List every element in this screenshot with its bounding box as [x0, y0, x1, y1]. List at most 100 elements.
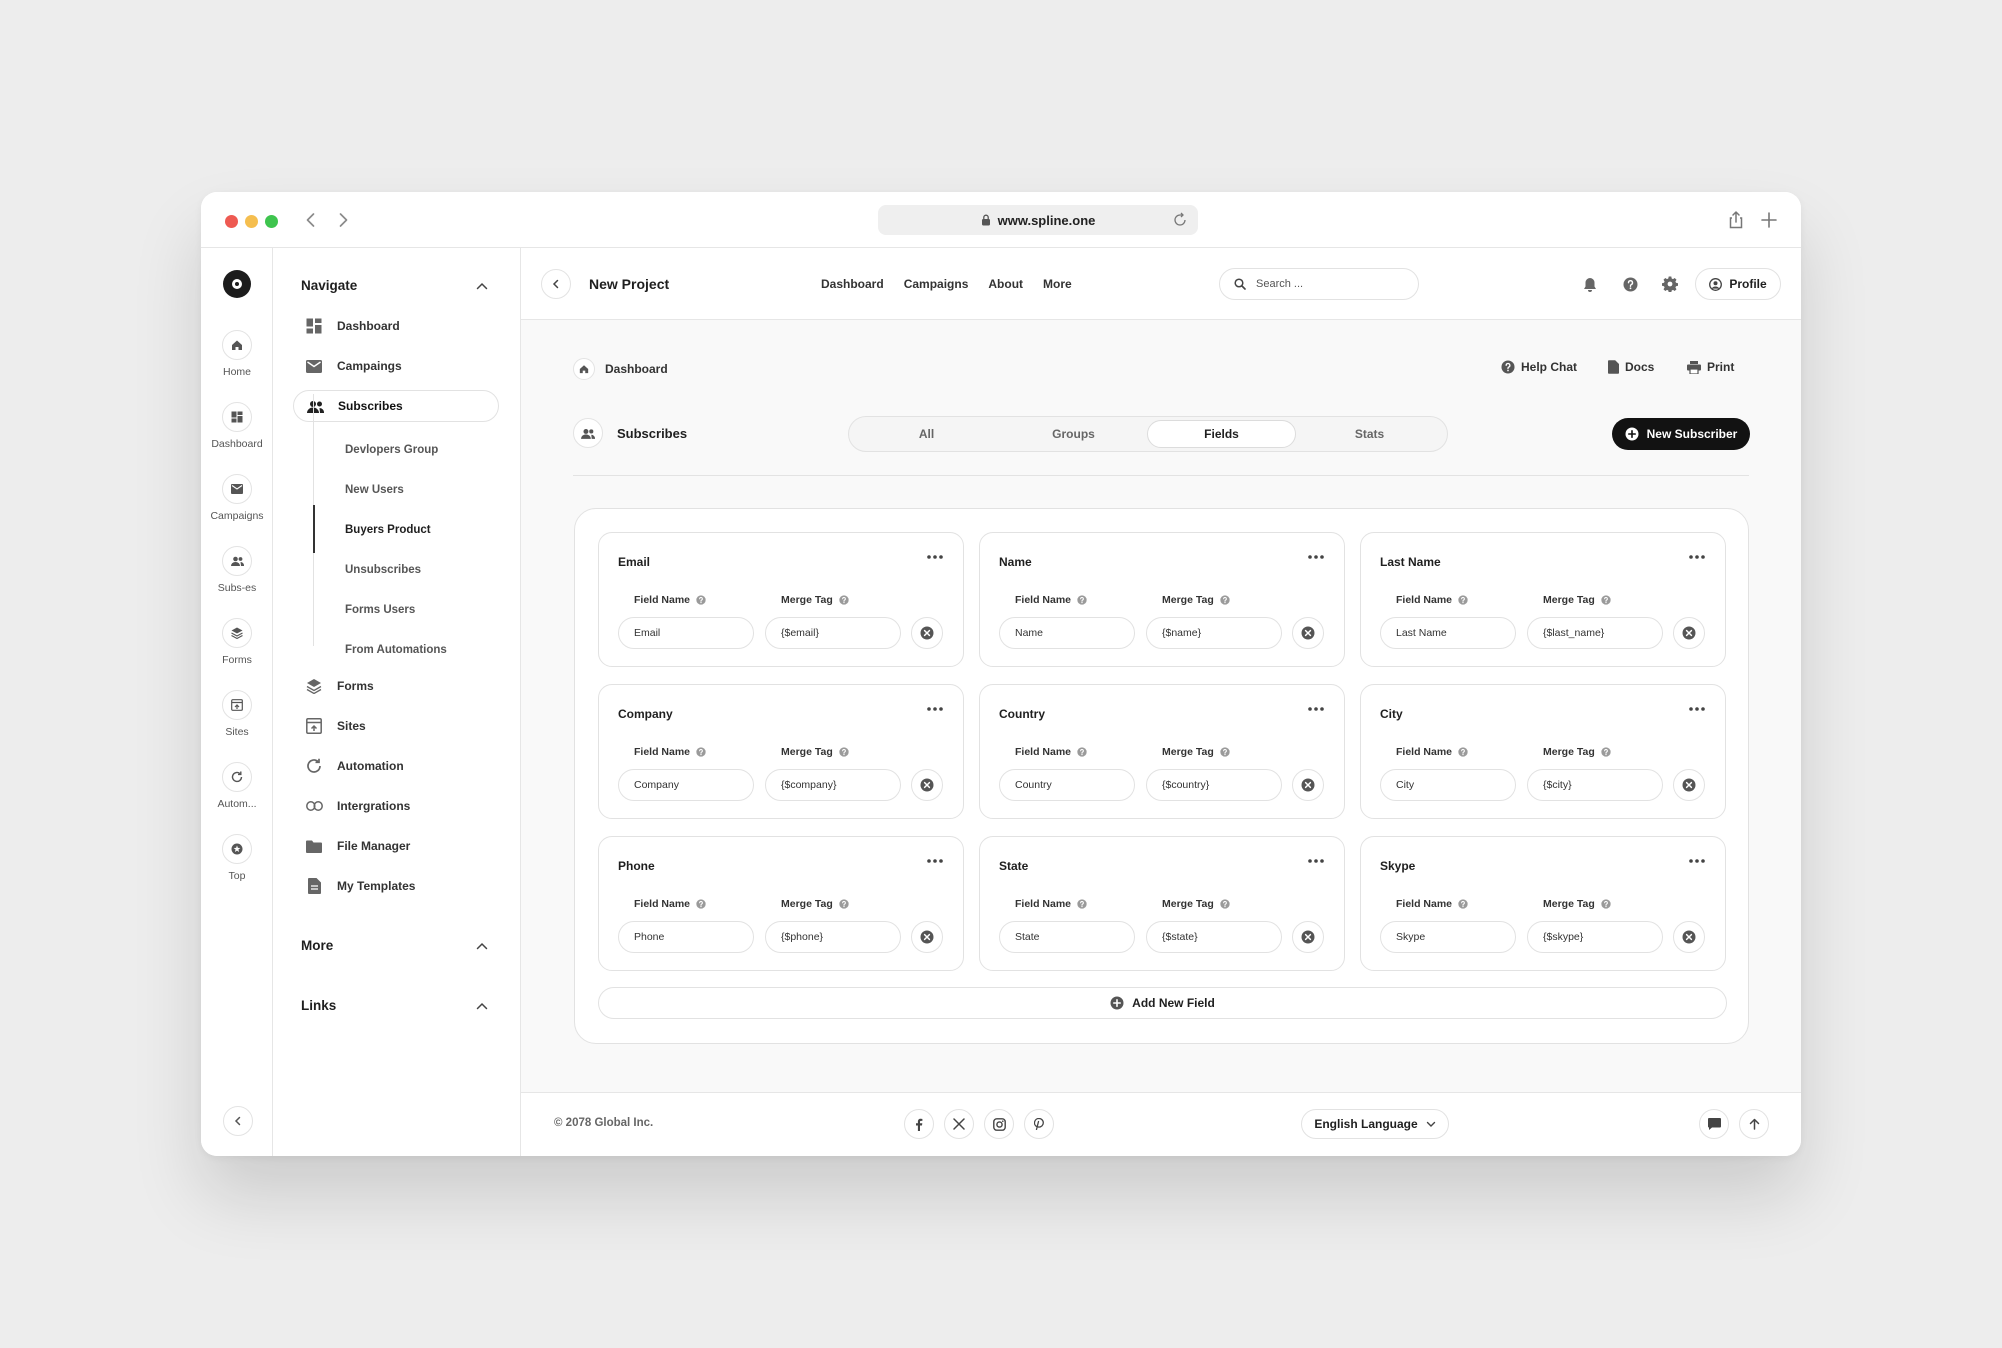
- tab-groups[interactable]: Groups: [1000, 420, 1147, 448]
- more-section-toggle[interactable]: More: [301, 938, 488, 953]
- rail-item-sites[interactable]: Sites: [201, 690, 273, 738]
- help-icon[interactable]: [839, 899, 849, 909]
- more-horizontal-icon[interactable]: [1308, 555, 1324, 559]
- merge-tag-input[interactable]: {$company}: [765, 769, 901, 801]
- search-input[interactable]: Search ...: [1219, 268, 1419, 300]
- remove-field-button[interactable]: [911, 617, 943, 649]
- docs-link[interactable]: Docs: [1608, 360, 1654, 374]
- submenu-item-developers-group[interactable]: Devlopers Group: [345, 444, 438, 456]
- field-name-input[interactable]: Name: [999, 617, 1135, 649]
- topnav-more[interactable]: More: [1043, 277, 1072, 291]
- help-icon[interactable]: [1077, 747, 1087, 757]
- breadcrumb-current[interactable]: Dashboard: [605, 362, 668, 376]
- close-window-button[interactable]: [225, 215, 238, 228]
- help-icon[interactable]: [696, 899, 706, 909]
- rail-item-automation[interactable]: Autom...: [201, 762, 273, 810]
- sidebar-item-dashboard[interactable]: Dashboard: [293, 310, 499, 342]
- help-icon[interactable]: [1601, 747, 1611, 757]
- sidebar-item-forms[interactable]: Forms: [293, 670, 499, 702]
- remove-field-button[interactable]: [1292, 617, 1324, 649]
- merge-tag-input[interactable]: {$last_name}: [1527, 617, 1663, 649]
- print-link[interactable]: Print: [1687, 360, 1734, 374]
- field-name-input[interactable]: Skype: [1380, 921, 1516, 953]
- help-icon[interactable]: [839, 595, 849, 605]
- more-horizontal-icon[interactable]: [927, 859, 943, 863]
- tab-all[interactable]: All: [853, 420, 1000, 448]
- topnav-campaigns[interactable]: Campaigns: [904, 277, 969, 291]
- help-icon[interactable]: [1458, 747, 1468, 757]
- more-horizontal-icon[interactable]: [1689, 707, 1705, 711]
- more-horizontal-icon[interactable]: [927, 707, 943, 711]
- instagram-icon[interactable]: [984, 1109, 1014, 1139]
- help-icon[interactable]: [1458, 595, 1468, 605]
- sidebar-item-my-templates[interactable]: My Templates: [293, 870, 499, 902]
- back-button[interactable]: [541, 269, 571, 299]
- bell-icon[interactable]: [1581, 275, 1599, 293]
- sidebar-item-subscribes[interactable]: Subscribes: [293, 390, 499, 422]
- rail-item-top[interactable]: Top: [201, 834, 273, 882]
- help-icon[interactable]: [1621, 275, 1639, 293]
- rail-item-forms[interactable]: Forms: [201, 618, 273, 666]
- field-name-input[interactable]: Country: [999, 769, 1135, 801]
- field-name-input[interactable]: State: [999, 921, 1135, 953]
- profile-button[interactable]: Profile: [1695, 268, 1781, 300]
- app-logo[interactable]: [223, 270, 251, 298]
- rail-item-subscribers[interactable]: Subs-es: [201, 546, 273, 594]
- remove-field-button[interactable]: [1292, 769, 1324, 801]
- field-name-input[interactable]: Phone: [618, 921, 754, 953]
- merge-tag-input[interactable]: {$country}: [1146, 769, 1282, 801]
- merge-tag-input[interactable]: {$email}: [765, 617, 901, 649]
- sidebar-item-file-manager[interactable]: File Manager: [293, 830, 499, 862]
- more-horizontal-icon[interactable]: [927, 555, 943, 559]
- merge-tag-input[interactable]: {$city}: [1527, 769, 1663, 801]
- help-icon[interactable]: [839, 747, 849, 757]
- address-bar[interactable]: www.spline.one: [878, 205, 1198, 235]
- home-icon[interactable]: [573, 358, 595, 380]
- rail-item-campaigns[interactable]: Campaigns: [201, 474, 273, 522]
- submenu-item-buyers-product[interactable]: Buyers Product: [345, 524, 431, 536]
- submenu-item-new-users[interactable]: New Users: [345, 484, 404, 496]
- remove-field-button[interactable]: [1673, 921, 1705, 953]
- topnav-dashboard[interactable]: Dashboard: [821, 277, 884, 291]
- new-tab-icon[interactable]: [1758, 209, 1780, 231]
- x-twitter-icon[interactable]: [944, 1109, 974, 1139]
- sidebar-item-integrations[interactable]: Intergrations: [293, 790, 499, 822]
- add-new-field-button[interactable]: Add New Field: [598, 987, 1727, 1019]
- submenu-item-forms-users[interactable]: Forms Users: [345, 604, 415, 616]
- remove-field-button[interactable]: [911, 921, 943, 953]
- facebook-icon[interactable]: [904, 1109, 934, 1139]
- maximize-window-button[interactable]: [265, 215, 278, 228]
- gear-icon[interactable]: [1661, 275, 1679, 293]
- field-name-input[interactable]: Last Name: [1380, 617, 1516, 649]
- collapse-sidebar-button[interactable]: [223, 1106, 253, 1136]
- merge-tag-input[interactable]: {$phone}: [765, 921, 901, 953]
- help-icon[interactable]: [1220, 747, 1230, 757]
- merge-tag-input[interactable]: {$name}: [1146, 617, 1282, 649]
- field-name-input[interactable]: City: [1380, 769, 1516, 801]
- help-icon[interactable]: [1458, 899, 1468, 909]
- help-icon[interactable]: [1220, 899, 1230, 909]
- sidebar-item-sites[interactable]: Sites: [293, 710, 499, 742]
- share-icon[interactable]: [1725, 209, 1747, 231]
- minimize-window-button[interactable]: [245, 215, 258, 228]
- navigate-section-toggle[interactable]: Navigate: [301, 278, 488, 293]
- tab-stats[interactable]: Stats: [1296, 420, 1443, 448]
- submenu-item-unsubscribes[interactable]: Unsubscribes: [345, 564, 421, 576]
- tab-fields[interactable]: Fields: [1147, 420, 1296, 448]
- rail-item-dashboard[interactable]: Dashboard: [201, 402, 273, 450]
- remove-field-button[interactable]: [1673, 617, 1705, 649]
- more-horizontal-icon[interactable]: [1689, 555, 1705, 559]
- help-icon[interactable]: [696, 595, 706, 605]
- sidebar-item-automation[interactable]: Automation: [293, 750, 499, 782]
- new-subscriber-button[interactable]: New Subscriber: [1612, 418, 1750, 450]
- arrow-up-icon[interactable]: [1739, 1109, 1769, 1139]
- rail-item-home[interactable]: Home: [201, 330, 273, 378]
- help-chat-link[interactable]: Help Chat: [1501, 360, 1577, 374]
- chat-icon[interactable]: [1699, 1109, 1729, 1139]
- browser-back-icon[interactable]: [301, 210, 321, 230]
- more-horizontal-icon[interactable]: [1308, 707, 1324, 711]
- help-icon[interactable]: [1077, 595, 1087, 605]
- help-icon[interactable]: [696, 747, 706, 757]
- more-horizontal-icon[interactable]: [1689, 859, 1705, 863]
- submenu-item-from-automations[interactable]: From Automations: [345, 644, 447, 656]
